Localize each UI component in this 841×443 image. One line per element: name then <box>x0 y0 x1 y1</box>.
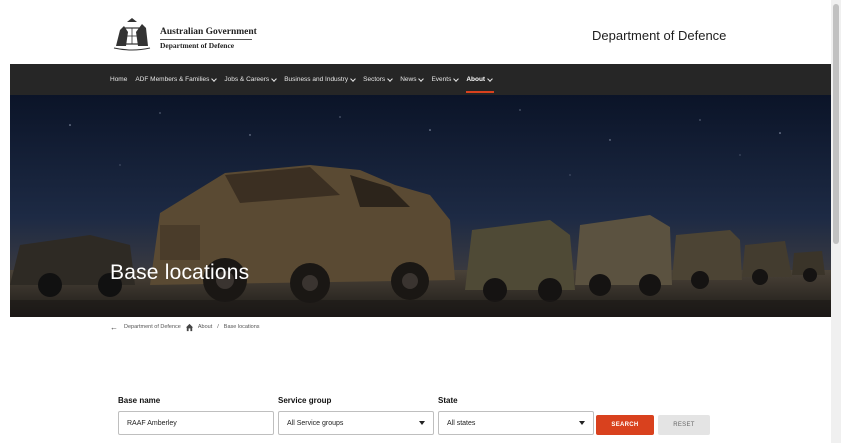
nav-item-label: ADF Members & Families <box>135 76 210 83</box>
nav-item-adf-members-families[interactable]: ADF Members & Families <box>135 64 218 95</box>
chevron-down-icon <box>271 75 278 82</box>
nav-item-label: Sectors <box>363 76 386 83</box>
main-nav: Home ADF Members & Families Jobs & Careers… <box>10 64 831 95</box>
nav-item-business-and-industry[interactable]: Business and Industry <box>284 64 356 95</box>
site-header: Australian Government Department of Defe… <box>10 6 831 64</box>
state-value: All states <box>447 419 476 427</box>
back-arrow-icon[interactable]: ← <box>110 323 118 332</box>
gov-name: Australian Government <box>160 27 257 37</box>
chevron-down-icon <box>387 75 394 82</box>
home-icon[interactable] <box>185 323 194 332</box>
nav-list: Home ADF Members & Families Jobs & Careers… <box>110 64 500 95</box>
scrollbar-thumb[interactable] <box>833 4 839 244</box>
government-wordmark[interactable]: Australian Government Department of Defe… <box>160 27 257 51</box>
coat-of-arms-logo[interactable] <box>110 16 154 52</box>
page-scrollbar[interactable] <box>831 0 841 443</box>
breadcrumb-item-about[interactable]: About <box>198 324 212 330</box>
nav-item-home[interactable]: Home <box>110 64 127 95</box>
breadcrumb-item-defence[interactable]: Department of Defence <box>124 324 181 330</box>
chevron-down-icon <box>350 75 356 82</box>
breadcrumb-separator: / <box>217 324 219 330</box>
search-button[interactable]: SEARCH <box>596 415 654 435</box>
nav-item-label: About <box>466 76 486 83</box>
base-name-label: Base name <box>118 396 161 405</box>
nav-item-jobs-careers[interactable]: Jobs & Careers <box>224 64 278 95</box>
state-label: State <box>438 396 458 405</box>
breadcrumb-item-current: Base locations <box>223 324 260 330</box>
chevron-down-icon <box>211 75 218 82</box>
base-name-value: RAAF Amberley <box>127 419 177 427</box>
chevron-down-icon <box>487 75 493 82</box>
nav-item-sectors[interactable]: Sectors <box>363 64 394 95</box>
nav-item-events[interactable]: Events <box>431 64 460 95</box>
nav-item-label: Home <box>110 76 128 83</box>
wordmark-divider <box>160 39 252 40</box>
base-name-input[interactable]: RAAF Amberley <box>118 411 274 435</box>
nav-item-label: Business and Industry <box>284 76 349 83</box>
reset-button[interactable]: RESET <box>658 415 710 435</box>
nav-item-label: News <box>400 76 417 83</box>
nav-item-label: Events <box>431 76 452 83</box>
breadcrumb: ← Department of Defence About / Base loc… <box>110 320 260 334</box>
chevron-down-icon <box>418 75 425 82</box>
service-group-label: Service group <box>278 396 332 405</box>
service-group-select[interactable]: All Service groups <box>278 411 434 435</box>
state-select[interactable]: All states <box>438 411 594 435</box>
nav-item-news[interactable]: News <box>400 64 425 95</box>
chevron-down-icon <box>579 421 585 425</box>
nav-item-label: Jobs & Careers <box>224 76 270 83</box>
hero-banner: Base locations <box>10 95 831 317</box>
page-title: Base locations <box>110 261 250 284</box>
site-title[interactable]: Department of Defence <box>592 28 726 43</box>
nav-item-about[interactable]: About <box>466 64 494 95</box>
service-group-value: All Service groups <box>287 419 344 427</box>
chevron-down-icon <box>453 75 460 82</box>
chevron-down-icon <box>419 421 425 425</box>
gov-department: Department of Defence <box>160 41 235 50</box>
